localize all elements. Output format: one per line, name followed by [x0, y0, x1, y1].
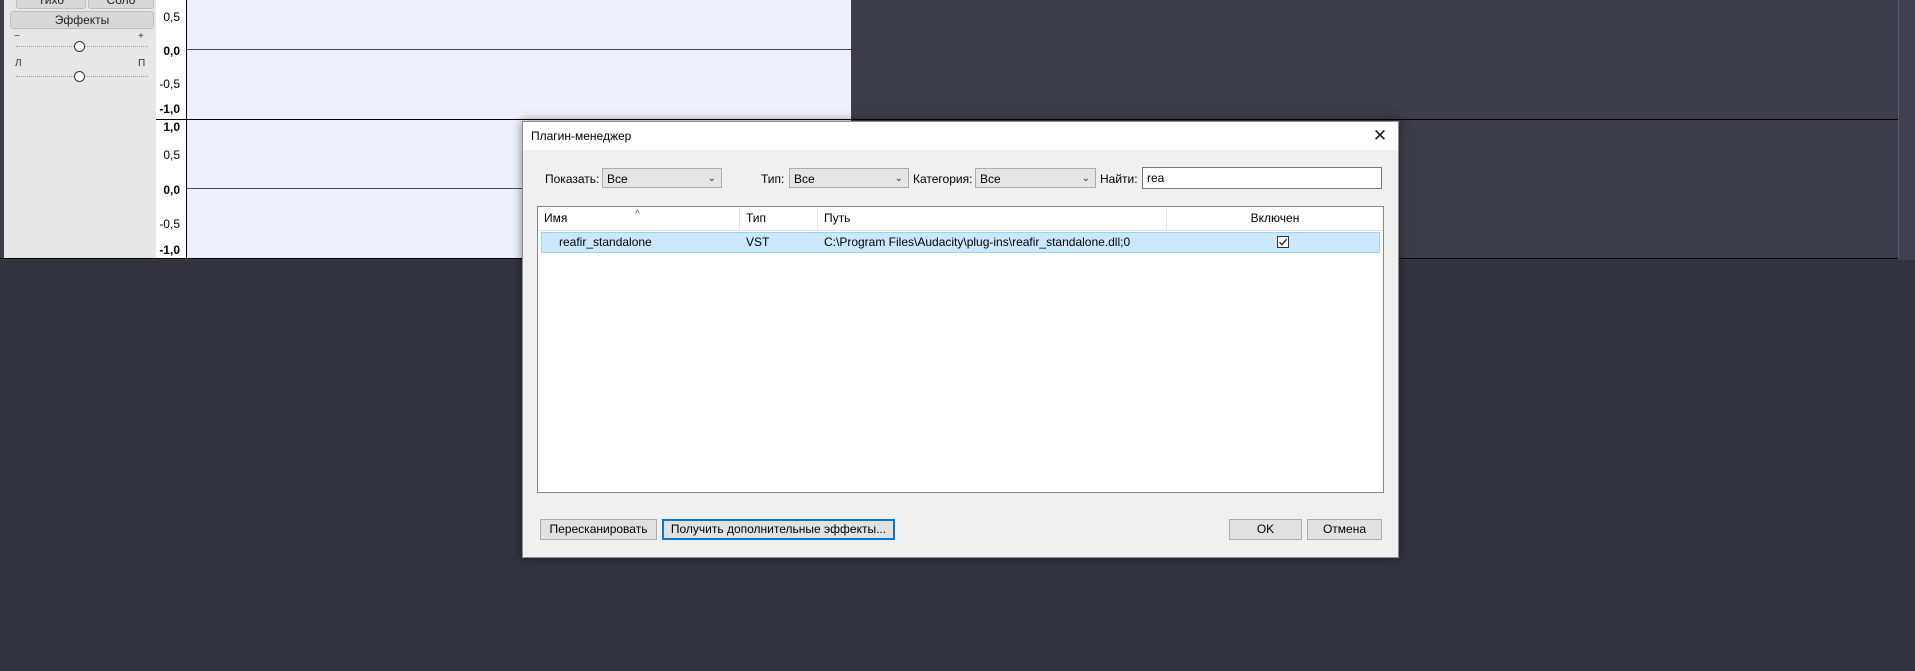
- pan-left-label: Л: [15, 58, 22, 69]
- dialog-title: Плагин-менеджер: [531, 129, 632, 143]
- show-label: Показать:: [545, 172, 600, 186]
- column-enabled-label: Включен: [1250, 211, 1300, 225]
- column-name-label: Имя: [544, 211, 568, 225]
- close-icon[interactable]: ✕: [1362, 122, 1398, 150]
- ruler-tick: 0,5: [163, 148, 180, 162]
- column-type-label: Тип: [746, 211, 767, 225]
- ruler-tick: -0,5: [159, 77, 180, 91]
- ruler-tick: 0,0: [163, 44, 180, 58]
- gain-slider-thumb[interactable]: [74, 41, 85, 52]
- amplitude-ruler: 0,5 0,0 -0,5 -1,0 1,0 0,5 0,0 -0,5 -1,0: [156, 0, 187, 258]
- category-label: Категория:: [913, 172, 973, 186]
- show-select[interactable]: Все ⌄: [602, 168, 722, 188]
- dialog-titlebar[interactable]: Плагин-менеджер ✕: [523, 122, 1398, 150]
- ruler-tick: 0,0: [163, 183, 180, 197]
- row-path: C:\Program Files\Audacity\plug-ins\reafi…: [824, 235, 1131, 249]
- gain-minus-label: −: [14, 31, 20, 42]
- table-row[interactable]: reafir_standalone VST C:\Program Files\A…: [541, 232, 1380, 253]
- zero-line: [187, 49, 851, 50]
- chevron-down-icon: ⌄: [1081, 173, 1090, 184]
- track-control-panel: Тихо Соло Эффекты − + Л П: [4, 0, 157, 258]
- plugin-list[interactable]: ^ Имя Тип Путь Включен reafir_standalone…: [537, 206, 1384, 493]
- ruler-tick: -1,0: [159, 102, 180, 116]
- type-select[interactable]: Все ⌄: [789, 168, 909, 188]
- mute-button[interactable]: Тихо: [16, 0, 86, 9]
- plugin-manager-dialog: Плагин-менеджер ✕ Показать: Все ⌄ Тип: В…: [522, 121, 1399, 558]
- chevron-down-icon: ⌄: [894, 173, 903, 184]
- gain-plus-label: +: [138, 31, 144, 42]
- ok-button[interactable]: OK: [1229, 519, 1302, 540]
- category-select-value: Все: [980, 172, 1001, 186]
- column-header-enabled[interactable]: Включен: [1167, 207, 1383, 230]
- waveform-track-1[interactable]: [187, 0, 851, 119]
- find-label: Найти:: [1100, 172, 1138, 186]
- column-header-name[interactable]: ^ Имя: [538, 207, 739, 230]
- ruler-tick: 1,0: [163, 120, 180, 134]
- ruler-tick: -0,5: [159, 217, 180, 231]
- list-header: ^ Имя Тип Путь Включен: [538, 207, 1383, 231]
- type-select-value: Все: [794, 172, 815, 186]
- category-select[interactable]: Все ⌄: [975, 168, 1096, 188]
- find-input[interactable]: [1142, 167, 1382, 189]
- pan-slider-thumb[interactable]: [74, 71, 85, 82]
- sort-ascending-icon: ^: [635, 209, 640, 220]
- ruler-tick: 0,5: [163, 10, 180, 24]
- vertical-scrollbar[interactable]: [1898, 0, 1915, 260]
- column-header-type[interactable]: Тип: [740, 207, 817, 230]
- column-path-label: Путь: [824, 211, 851, 225]
- solo-button[interactable]: Соло: [88, 0, 154, 9]
- column-header-path[interactable]: Путь: [818, 207, 1166, 230]
- effects-button[interactable]: Эффекты: [10, 11, 154, 29]
- type-label: Тип:: [761, 172, 785, 186]
- checkmark-icon: [1279, 238, 1288, 246]
- chevron-down-icon: ⌄: [707, 173, 716, 184]
- cancel-button[interactable]: Отмена: [1307, 519, 1382, 540]
- get-more-effects-button[interactable]: Получить дополнительные эффекты...: [662, 519, 895, 540]
- rescan-button[interactable]: Пересканировать: [540, 519, 657, 540]
- pan-right-label: П: [138, 58, 146, 69]
- row-name: reafir_standalone: [559, 235, 652, 249]
- row-type: VST: [746, 235, 770, 249]
- enabled-checkbox[interactable]: [1277, 236, 1289, 248]
- ruler-tick: -1,0: [159, 243, 180, 257]
- track-divider: [156, 119, 1898, 120]
- show-select-value: Все: [607, 172, 628, 186]
